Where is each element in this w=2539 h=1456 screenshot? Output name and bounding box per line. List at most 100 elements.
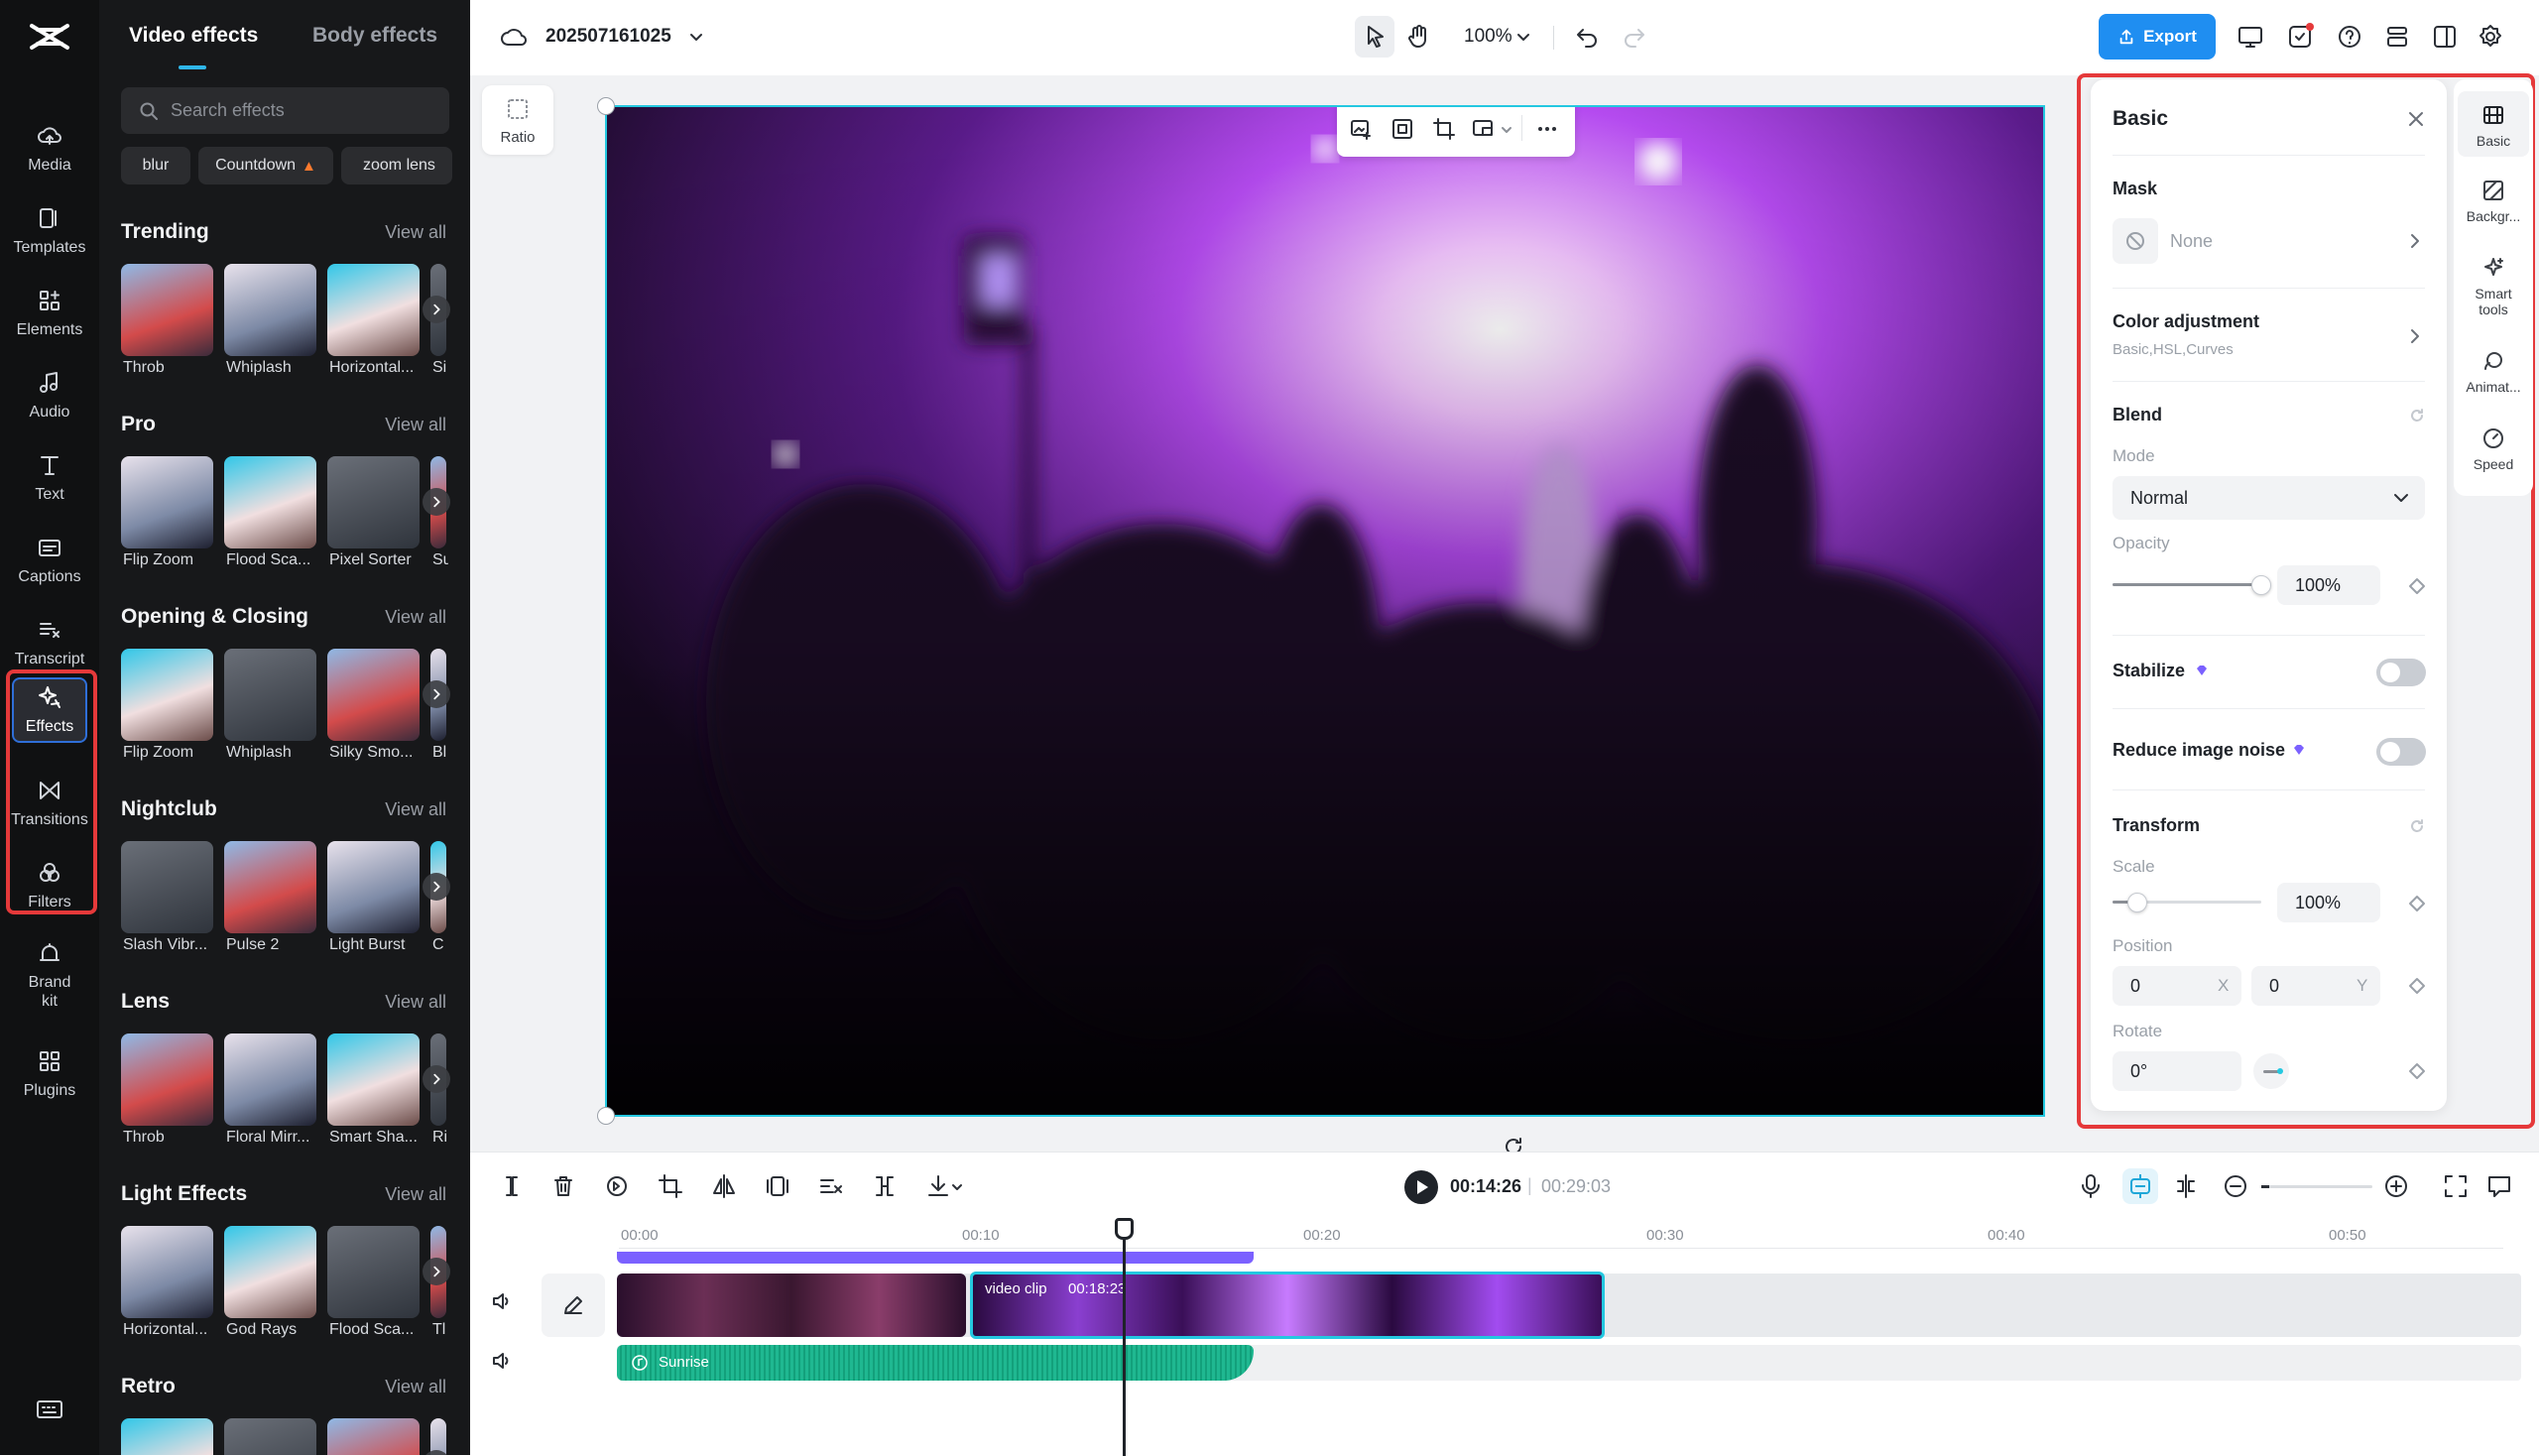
- layers-icon[interactable]: [2382, 22, 2412, 52]
- zoom-out-icon[interactable]: [2222, 1172, 2249, 1200]
- chevron-down-icon[interactable]: [686, 28, 706, 48]
- view-all-link[interactable]: View all: [385, 222, 446, 243]
- picture-in-picture-icon[interactable]: [1472, 117, 1496, 141]
- zoom-level[interactable]: 100%: [1464, 26, 1512, 48]
- comment-icon[interactable]: [2485, 1172, 2513, 1200]
- chevron-down-icon[interactable]: [950, 1180, 964, 1194]
- zoom-chevron-down-icon[interactable]: [1513, 28, 1533, 48]
- search-effects-input[interactable]: Search effects: [121, 87, 449, 134]
- cloud-save-icon[interactable]: [500, 24, 528, 52]
- help-icon[interactable]: [2335, 22, 2364, 52]
- project-name[interactable]: 202507161025: [545, 26, 671, 48]
- auto-snap-button[interactable]: [2122, 1168, 2158, 1204]
- effect-thumbnail[interactable]: [327, 456, 420, 548]
- tab-body-effects[interactable]: Body effects: [312, 24, 437, 48]
- tab-video-effects[interactable]: Video effects: [129, 24, 258, 48]
- cover-edit-button[interactable]: [542, 1274, 605, 1337]
- zoom-in-icon[interactable]: [2382, 1172, 2410, 1200]
- ratio-button[interactable]: Ratio: [482, 85, 553, 155]
- split-screen-icon[interactable]: [2172, 1172, 2200, 1200]
- playhead-handle[interactable]: [1115, 1218, 1134, 1240]
- crop-icon[interactable]: [1432, 117, 1456, 141]
- rail-item-text[interactable]: Text: [0, 438, 99, 518]
- sidebar-tab-smart-tools[interactable]: Smart tools: [2454, 256, 2533, 317]
- freeze-frame-icon[interactable]: [764, 1172, 791, 1200]
- microphone-icon[interactable]: [2077, 1172, 2105, 1200]
- crop-clip-icon[interactable]: [657, 1172, 684, 1200]
- sidebar-tab-animation[interactable]: Animat...: [2454, 349, 2533, 395]
- effect-thumbnail[interactable]: [224, 649, 316, 741]
- resize-handle-tl[interactable]: [597, 97, 615, 115]
- play-button[interactable]: [1404, 1170, 1438, 1204]
- sidebar-tab-speed[interactable]: Speed: [2454, 426, 2533, 472]
- chevron-down-icon[interactable]: [1500, 123, 1513, 137]
- video-preview[interactable]: [605, 105, 2045, 1117]
- view-all-link[interactable]: View all: [385, 992, 446, 1013]
- scroll-right-button[interactable]: [423, 873, 450, 901]
- scroll-right-button[interactable]: [423, 296, 450, 323]
- hand-tool-icon[interactable]: [1404, 22, 1434, 52]
- timeline-zoom-slider[interactable]: [2261, 1185, 2372, 1188]
- effect-track-bar[interactable]: [617, 1252, 1254, 1264]
- clip-2-selected[interactable]: video clip 00:18:23: [970, 1272, 1605, 1339]
- view-all-link[interactable]: View all: [385, 607, 446, 628]
- rail-item-elements[interactable]: Elements: [0, 274, 99, 353]
- split-icon[interactable]: [498, 1172, 526, 1200]
- resize-handle-bl[interactable]: [597, 1107, 615, 1125]
- effect-thumbnail[interactable]: [224, 264, 316, 356]
- audio-clip[interactable]: Sunrise: [617, 1345, 1254, 1381]
- chip-zoom-lens[interactable]: zoom lens: [341, 147, 452, 184]
- effect-thumbnail[interactable]: [121, 264, 213, 356]
- scroll-right-button[interactable]: [423, 1065, 450, 1093]
- effect-thumbnail[interactable]: [224, 841, 316, 933]
- replace-image-icon[interactable]: [1349, 117, 1373, 141]
- audio-speaker-icon[interactable]: [490, 1349, 514, 1373]
- effect-thumbnail[interactable]: [121, 841, 213, 933]
- settings-gear-icon[interactable]: [2476, 22, 2505, 52]
- scroll-right-button[interactable]: [423, 488, 450, 516]
- effect-thumbnail[interactable]: [224, 1033, 316, 1126]
- effect-thumbnail[interactable]: [224, 456, 316, 548]
- clip-1[interactable]: [617, 1274, 966, 1337]
- scroll-right-button[interactable]: [423, 680, 450, 708]
- scroll-right-button[interactable]: [423, 1258, 450, 1285]
- sidebar-tab-background[interactable]: Backgr...: [2454, 179, 2533, 224]
- effect-thumbnail[interactable]: [224, 1226, 316, 1318]
- view-all-link[interactable]: View all: [385, 415, 446, 435]
- rail-item-templates[interactable]: Templates: [0, 191, 99, 271]
- speed-curve-icon[interactable]: [817, 1172, 845, 1200]
- fit-frame-icon[interactable]: [1390, 117, 1414, 141]
- layout-panel-icon[interactable]: [2430, 22, 2460, 52]
- effect-thumbnail[interactable]: [121, 1226, 213, 1318]
- effect-thumbnail[interactable]: [224, 1418, 316, 1455]
- chip-blur[interactable]: blur: [121, 147, 190, 184]
- export-button[interactable]: Export: [2099, 14, 2216, 60]
- capcut-logo[interactable]: [28, 20, 71, 54]
- redo-icon[interactable]: [1619, 22, 1648, 52]
- rail-item-captions[interactable]: Captions: [0, 521, 99, 600]
- trim-icon[interactable]: [871, 1172, 899, 1200]
- more-options-icon[interactable]: [1535, 117, 1559, 141]
- effect-thumbnail[interactable]: [121, 1418, 213, 1455]
- effect-thumbnail[interactable]: [327, 649, 420, 741]
- select-tool-button[interactable]: [1355, 16, 1394, 58]
- undo-icon[interactable]: [1573, 22, 1603, 52]
- effect-thumbnail[interactable]: [327, 1418, 420, 1455]
- rail-item-plugins[interactable]: Plugins: [0, 1034, 99, 1114]
- view-all-link[interactable]: View all: [385, 799, 446, 820]
- rail-item-audio[interactable]: Audio: [0, 356, 99, 435]
- effect-thumbnail[interactable]: [121, 649, 213, 741]
- chip-countdown[interactable]: Countdown ▲: [198, 147, 333, 184]
- view-all-link[interactable]: View all: [385, 1184, 446, 1205]
- speaker-icon[interactable]: [490, 1289, 514, 1313]
- present-icon[interactable]: [2236, 22, 2265, 52]
- keyboard-shortcuts-icon[interactable]: [36, 1398, 63, 1420]
- mirror-flip-icon[interactable]: [710, 1172, 738, 1200]
- effect-thumbnail[interactable]: [121, 1033, 213, 1126]
- effect-thumbnail[interactable]: [121, 456, 213, 548]
- notifications-icon[interactable]: [2285, 22, 2315, 52]
- effect-thumbnail[interactable]: [327, 1033, 420, 1126]
- effect-thumbnail[interactable]: [327, 1226, 420, 1318]
- effect-thumbnail[interactable]: [327, 264, 420, 356]
- delete-trash-icon[interactable]: [549, 1172, 577, 1200]
